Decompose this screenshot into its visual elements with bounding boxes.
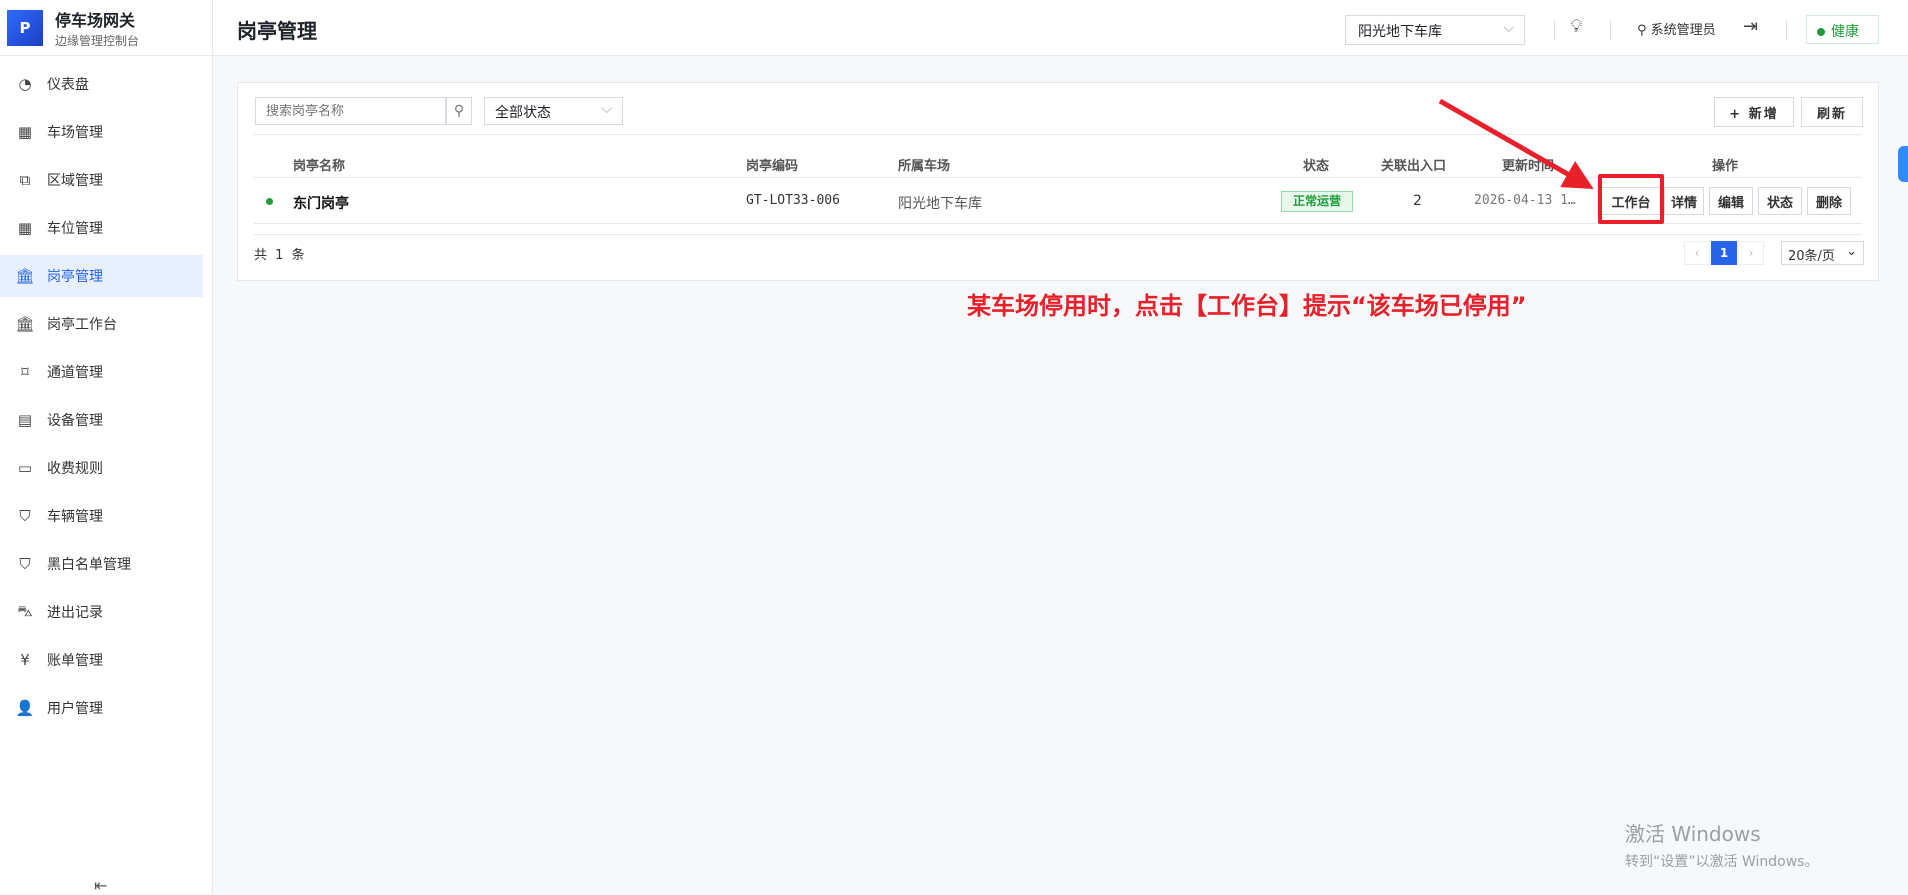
windows-watermark: 激活 Windows 转到“设置”以激活 Windows。 — [1625, 818, 1818, 871]
watermark-line2: 转到“设置”以激活 Windows。 — [1625, 854, 1819, 870]
highlight-box — [1598, 174, 1664, 224]
watermark-line1: 激活 Windows — [1625, 822, 1761, 846]
side-float-tab[interactable] — [1898, 146, 1908, 182]
annotation-text: 某车场停用时，点击【工作台】提示“该车场已停用” — [967, 292, 1527, 320]
annotation-arrow — [1438, 98, 1594, 189]
